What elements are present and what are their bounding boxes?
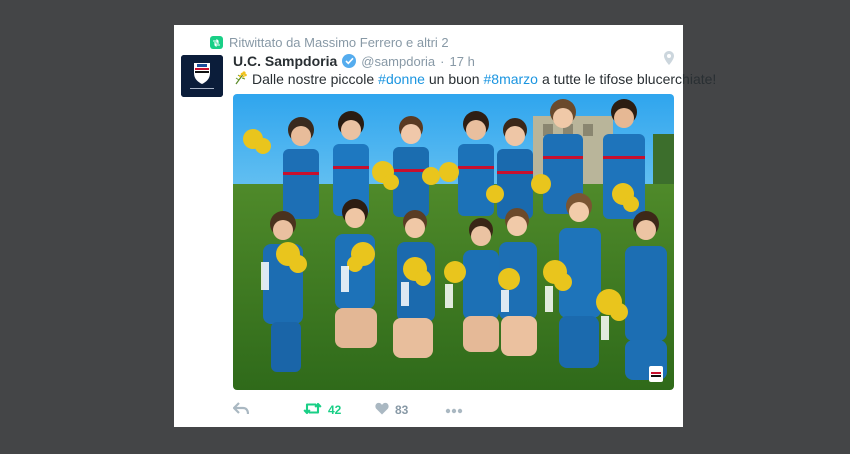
- retweet-context-icon: [210, 36, 223, 49]
- heart-icon: [375, 402, 389, 418]
- reply-button[interactable]: [232, 402, 303, 418]
- author-name[interactable]: U.C. Sampdoria: [233, 53, 337, 69]
- retweet-count: 42: [328, 403, 342, 417]
- tweet-actions: 42 83: [232, 400, 673, 420]
- like-count: 83: [395, 403, 409, 417]
- tweet-header: U.C. Sampdoria @sampdoria · 17 h: [233, 53, 475, 69]
- author-handle[interactable]: @sampdoria: [361, 54, 435, 69]
- tweet-text-part1: Dalle nostre piccole: [252, 71, 375, 87]
- tweet-timestamp[interactable]: 17 h: [450, 54, 475, 69]
- like-button[interactable]: 83: [375, 402, 445, 418]
- tweet-photo[interactable]: [233, 94, 674, 390]
- verified-badge-icon: [342, 54, 357, 68]
- retweet-context-text[interactable]: Ritwittato da Massimo Ferrero e altri 2: [229, 35, 449, 50]
- tweet-text-part2: un buon: [428, 71, 480, 87]
- hashtag-donne[interactable]: #donne: [378, 71, 425, 87]
- location-pin-icon[interactable]: [664, 51, 674, 70]
- tweet-text: Dalle nostre piccole #donne un buon #8ma…: [233, 70, 716, 88]
- more-dots-icon: [445, 403, 463, 417]
- retweet-icon: [303, 402, 322, 418]
- mimosa-emoji-icon: [233, 70, 248, 88]
- tweet-text-part3: a tutte le tifose blucerchiate!: [541, 71, 717, 87]
- retweet-button[interactable]: 42: [303, 402, 375, 418]
- retweet-context[interactable]: Ritwittato da Massimo Ferrero e altri 2: [210, 35, 449, 50]
- hashtag-8marzo[interactable]: #8marzo: [484, 71, 538, 87]
- reply-icon: [232, 402, 250, 418]
- separator: ·: [440, 53, 445, 69]
- avatar[interactable]: [181, 55, 223, 97]
- tweet-card[interactable]: Ritwittato da Massimo Ferrero e altri 2 …: [174, 25, 716, 427]
- more-button[interactable]: [445, 403, 485, 417]
